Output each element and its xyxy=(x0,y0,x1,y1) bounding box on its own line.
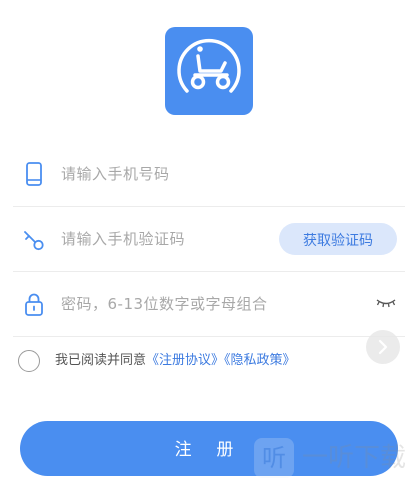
app-logo xyxy=(165,27,253,115)
agree-checkbox[interactable] xyxy=(18,350,40,372)
get-code-button[interactable]: 获取验证码 xyxy=(279,223,397,255)
chevron-right-icon xyxy=(378,339,388,355)
phone-placeholder: 请输入手机号码 xyxy=(61,165,170,183)
password-field[interactable]: 密码，6-13位数字或字母组合 xyxy=(13,272,405,337)
agreement-text: 我已阅读并同意《注册协议》《隐私政策》 xyxy=(55,350,296,372)
scooter-icon xyxy=(177,38,241,93)
phone-icon xyxy=(26,162,42,186)
register-button[interactable]: 注 册 xyxy=(20,421,398,476)
key-icon xyxy=(24,231,44,251)
agreement-row: 我已阅读并同意《注册协议》《隐私政策》 xyxy=(18,350,348,374)
agreement-prefix: 我已阅读并同意 xyxy=(55,353,147,368)
code-placeholder: 请输入手机验证码 xyxy=(61,230,186,248)
lock-icon xyxy=(25,293,43,316)
next-arrow-button[interactable] xyxy=(366,330,400,364)
terms-link[interactable]: 《注册协议》 xyxy=(146,353,224,368)
phone-field[interactable]: 请输入手机号码 xyxy=(13,142,405,207)
password-placeholder: 密码，6-13位数字或字母组合 xyxy=(61,295,268,313)
privacy-link[interactable]: 《隐私政策》 xyxy=(224,353,296,368)
eye-closed-icon[interactable] xyxy=(375,296,397,310)
code-field[interactable]: 请输入手机验证码 获取验证码 xyxy=(13,207,405,272)
